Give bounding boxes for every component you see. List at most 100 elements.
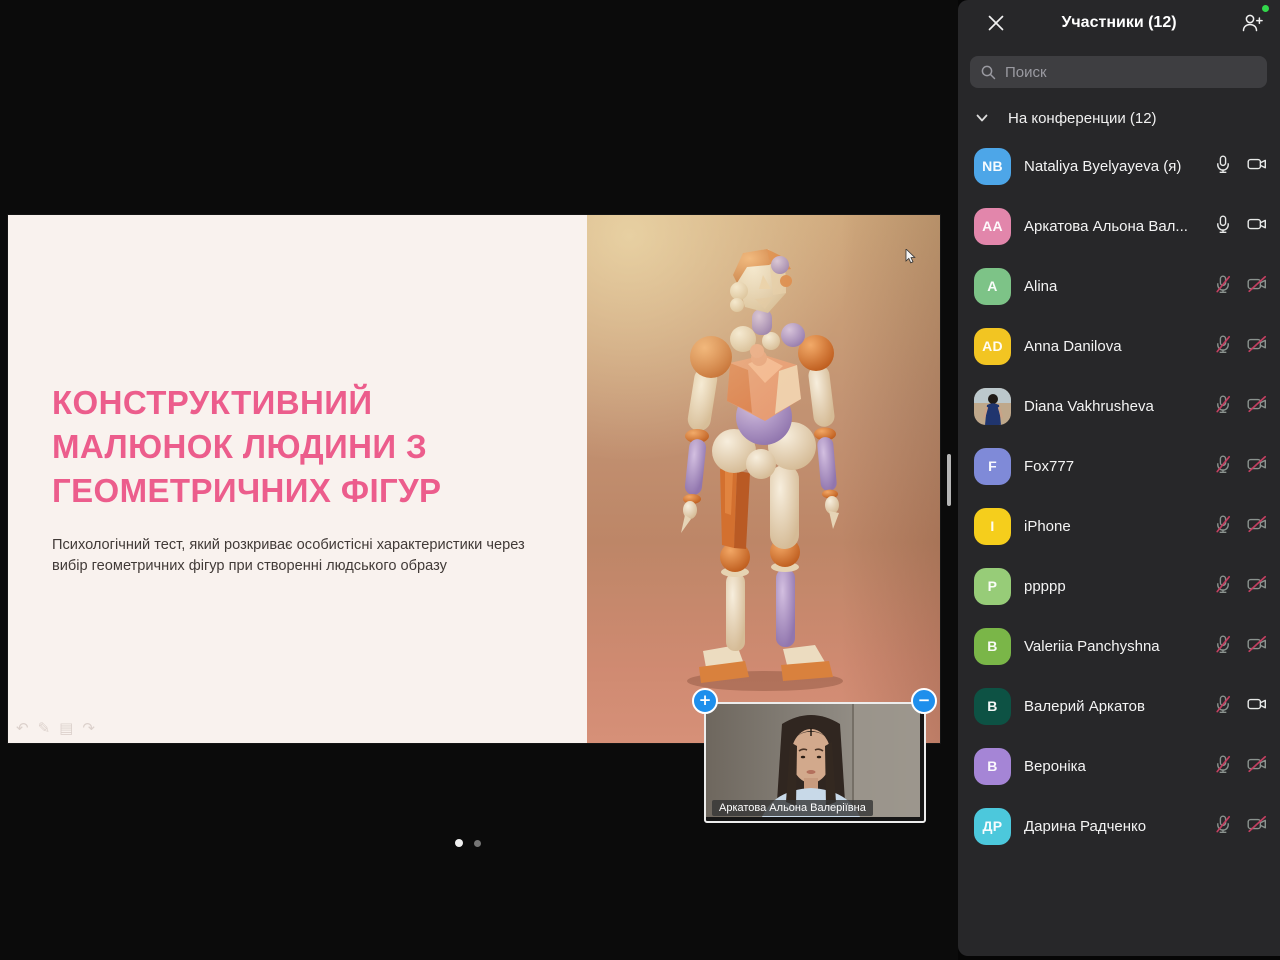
camera-icon [1246,694,1268,719]
section-label: На конференции (12) [1008,110,1157,127]
avatar-initials: P [988,578,998,594]
participant-status-icons [1213,514,1268,539]
search-icon [980,64,997,81]
slides-icon[interactable]: ▤ [59,719,73,737]
slide-subtitle: Психологічний тест, який розкриває особи… [52,535,550,577]
participant-name: Валерий Аркатов [1024,698,1213,715]
camera-icon [1246,214,1268,239]
participant-row[interactable]: ДР Дарина Радченко [958,796,1280,856]
zoom-out-button[interactable]: − [911,688,937,714]
avatar-initials: B [987,758,997,774]
participant-row[interactable]: A Alina [958,256,1280,316]
avatar: ДР [974,808,1011,845]
mic-icon [1213,814,1233,839]
mic-icon [1213,754,1233,779]
participant-status-icons [1213,574,1268,599]
participant-status-icons [1213,154,1268,179]
mouse-cursor [905,249,919,265]
participant-row[interactable]: B Valeriia Panchyshna [958,616,1280,676]
participant-row[interactable]: P ppppp [958,556,1280,616]
avatar-initials: B [987,638,997,654]
avatar: B [974,748,1011,785]
avatar-photo [974,388,1011,425]
slide-text-half: КОНСТРУКТИВНИЙ МАЛЮНОК ЛЮДИНИ З ГЕОМЕТРИ… [8,215,587,743]
camera-icon [1246,154,1268,179]
participant-name: Anna Danilova [1024,338,1213,355]
slide-toolbar: ↶ ✎ ▤ ↷ [16,719,95,737]
mic-icon [1213,334,1233,359]
mic-icon [1213,394,1233,419]
participant-status-icons [1213,214,1268,239]
participant-row[interactable]: Diana Vakhrusheva [958,376,1280,436]
participant-name: Дарина Радченко [1024,818,1213,835]
page-dot-inactive [474,840,481,847]
avatar-initials: AA [982,218,1003,234]
presence-dot [1262,5,1269,12]
slide-page-indicator [455,839,481,847]
participant-row[interactable]: B Вероніка [958,736,1280,796]
self-name-label: Аркатова Альона Валеріївна [712,800,873,816]
mic-icon [1213,214,1233,239]
search-field[interactable] [970,56,1267,88]
participant-name: Diana Vakhrusheva [1024,398,1213,415]
slide-title-line: КОНСТРУКТИВНИЙ [52,381,441,425]
participant-row[interactable]: AA Аркатова Альона Вал... [958,196,1280,256]
participant-status-icons [1213,454,1268,479]
participants-panel: Участники (12) На конференции (12) NB [958,0,1280,956]
participant-name: Аркатова Альона Вал... [1024,218,1213,235]
avatar-initials: A [987,278,997,294]
section-on-conference[interactable]: На конференции (12) [958,103,1280,133]
avatar-initials: B [987,698,997,714]
self-video-thumbnail[interactable]: Аркатова Альона Валеріївна [704,702,926,823]
add-participant-icon[interactable] [1239,10,1265,36]
pen-icon[interactable]: ✎ [38,719,51,737]
avatar: I [974,508,1011,545]
avatar: B [974,628,1011,665]
presentation-slide: КОНСТРУКТИВНИЙ МАЛЮНОК ЛЮДИНИ З ГЕОМЕТРИ… [8,215,940,743]
avatar-initials: I [990,518,994,534]
participant-status-icons [1213,754,1268,779]
avatar-initials: F [988,458,997,474]
participant-status-icons [1213,634,1268,659]
mic-icon [1213,574,1233,599]
avatar-initials: ДР [983,818,1003,834]
participant-status-icons [1213,694,1268,719]
participant-name: Fox777 [1024,458,1213,475]
stage-scrollbar-handle[interactable] [947,454,951,506]
camera-icon [1246,394,1268,419]
camera-icon [1246,274,1268,299]
avatar-initials: NB [982,158,1003,174]
mic-icon [1213,454,1233,479]
mic-icon [1213,694,1233,719]
participant-row[interactable]: AD Anna Danilova [958,316,1280,376]
participant-row[interactable]: NB Nataliya Byelyayeva (я) [958,136,1280,196]
participant-row[interactable]: F Fox777 [958,436,1280,496]
participant-list: NB Nataliya Byelyayeva (я) [958,136,1280,856]
redo-icon[interactable]: ↷ [82,719,95,737]
avatar: AA [974,208,1011,245]
camera-icon [1246,754,1268,779]
slide-title-line: ГЕОМЕТРИЧНИХ ФІГУР [52,469,441,513]
search-input[interactable] [1003,63,1267,82]
avatar: AD [974,328,1011,365]
camera-icon [1246,814,1268,839]
camera-icon [1246,334,1268,359]
panel-header: Участники (12) [958,0,1280,46]
camera-icon [1246,574,1268,599]
participant-name: Вероніка [1024,758,1213,775]
mic-icon [1213,154,1233,179]
participant-name: ppppp [1024,578,1213,595]
panel-title: Участники (12) [958,14,1280,32]
participant-status-icons [1213,274,1268,299]
participant-row[interactable]: B Валерий Аркатов [958,676,1280,736]
mic-icon [1213,274,1233,299]
participant-name: Valeriia Panchyshna [1024,638,1213,655]
participant-row[interactable]: I iPhone [958,496,1280,556]
avatar: A [974,268,1011,305]
participant-status-icons [1213,394,1268,419]
participant-name: iPhone [1024,518,1213,535]
avatar: F [974,448,1011,485]
avatar-initials: AD [982,338,1003,354]
undo-icon[interactable]: ↶ [16,719,29,737]
zoom-in-button[interactable]: + [692,688,718,714]
